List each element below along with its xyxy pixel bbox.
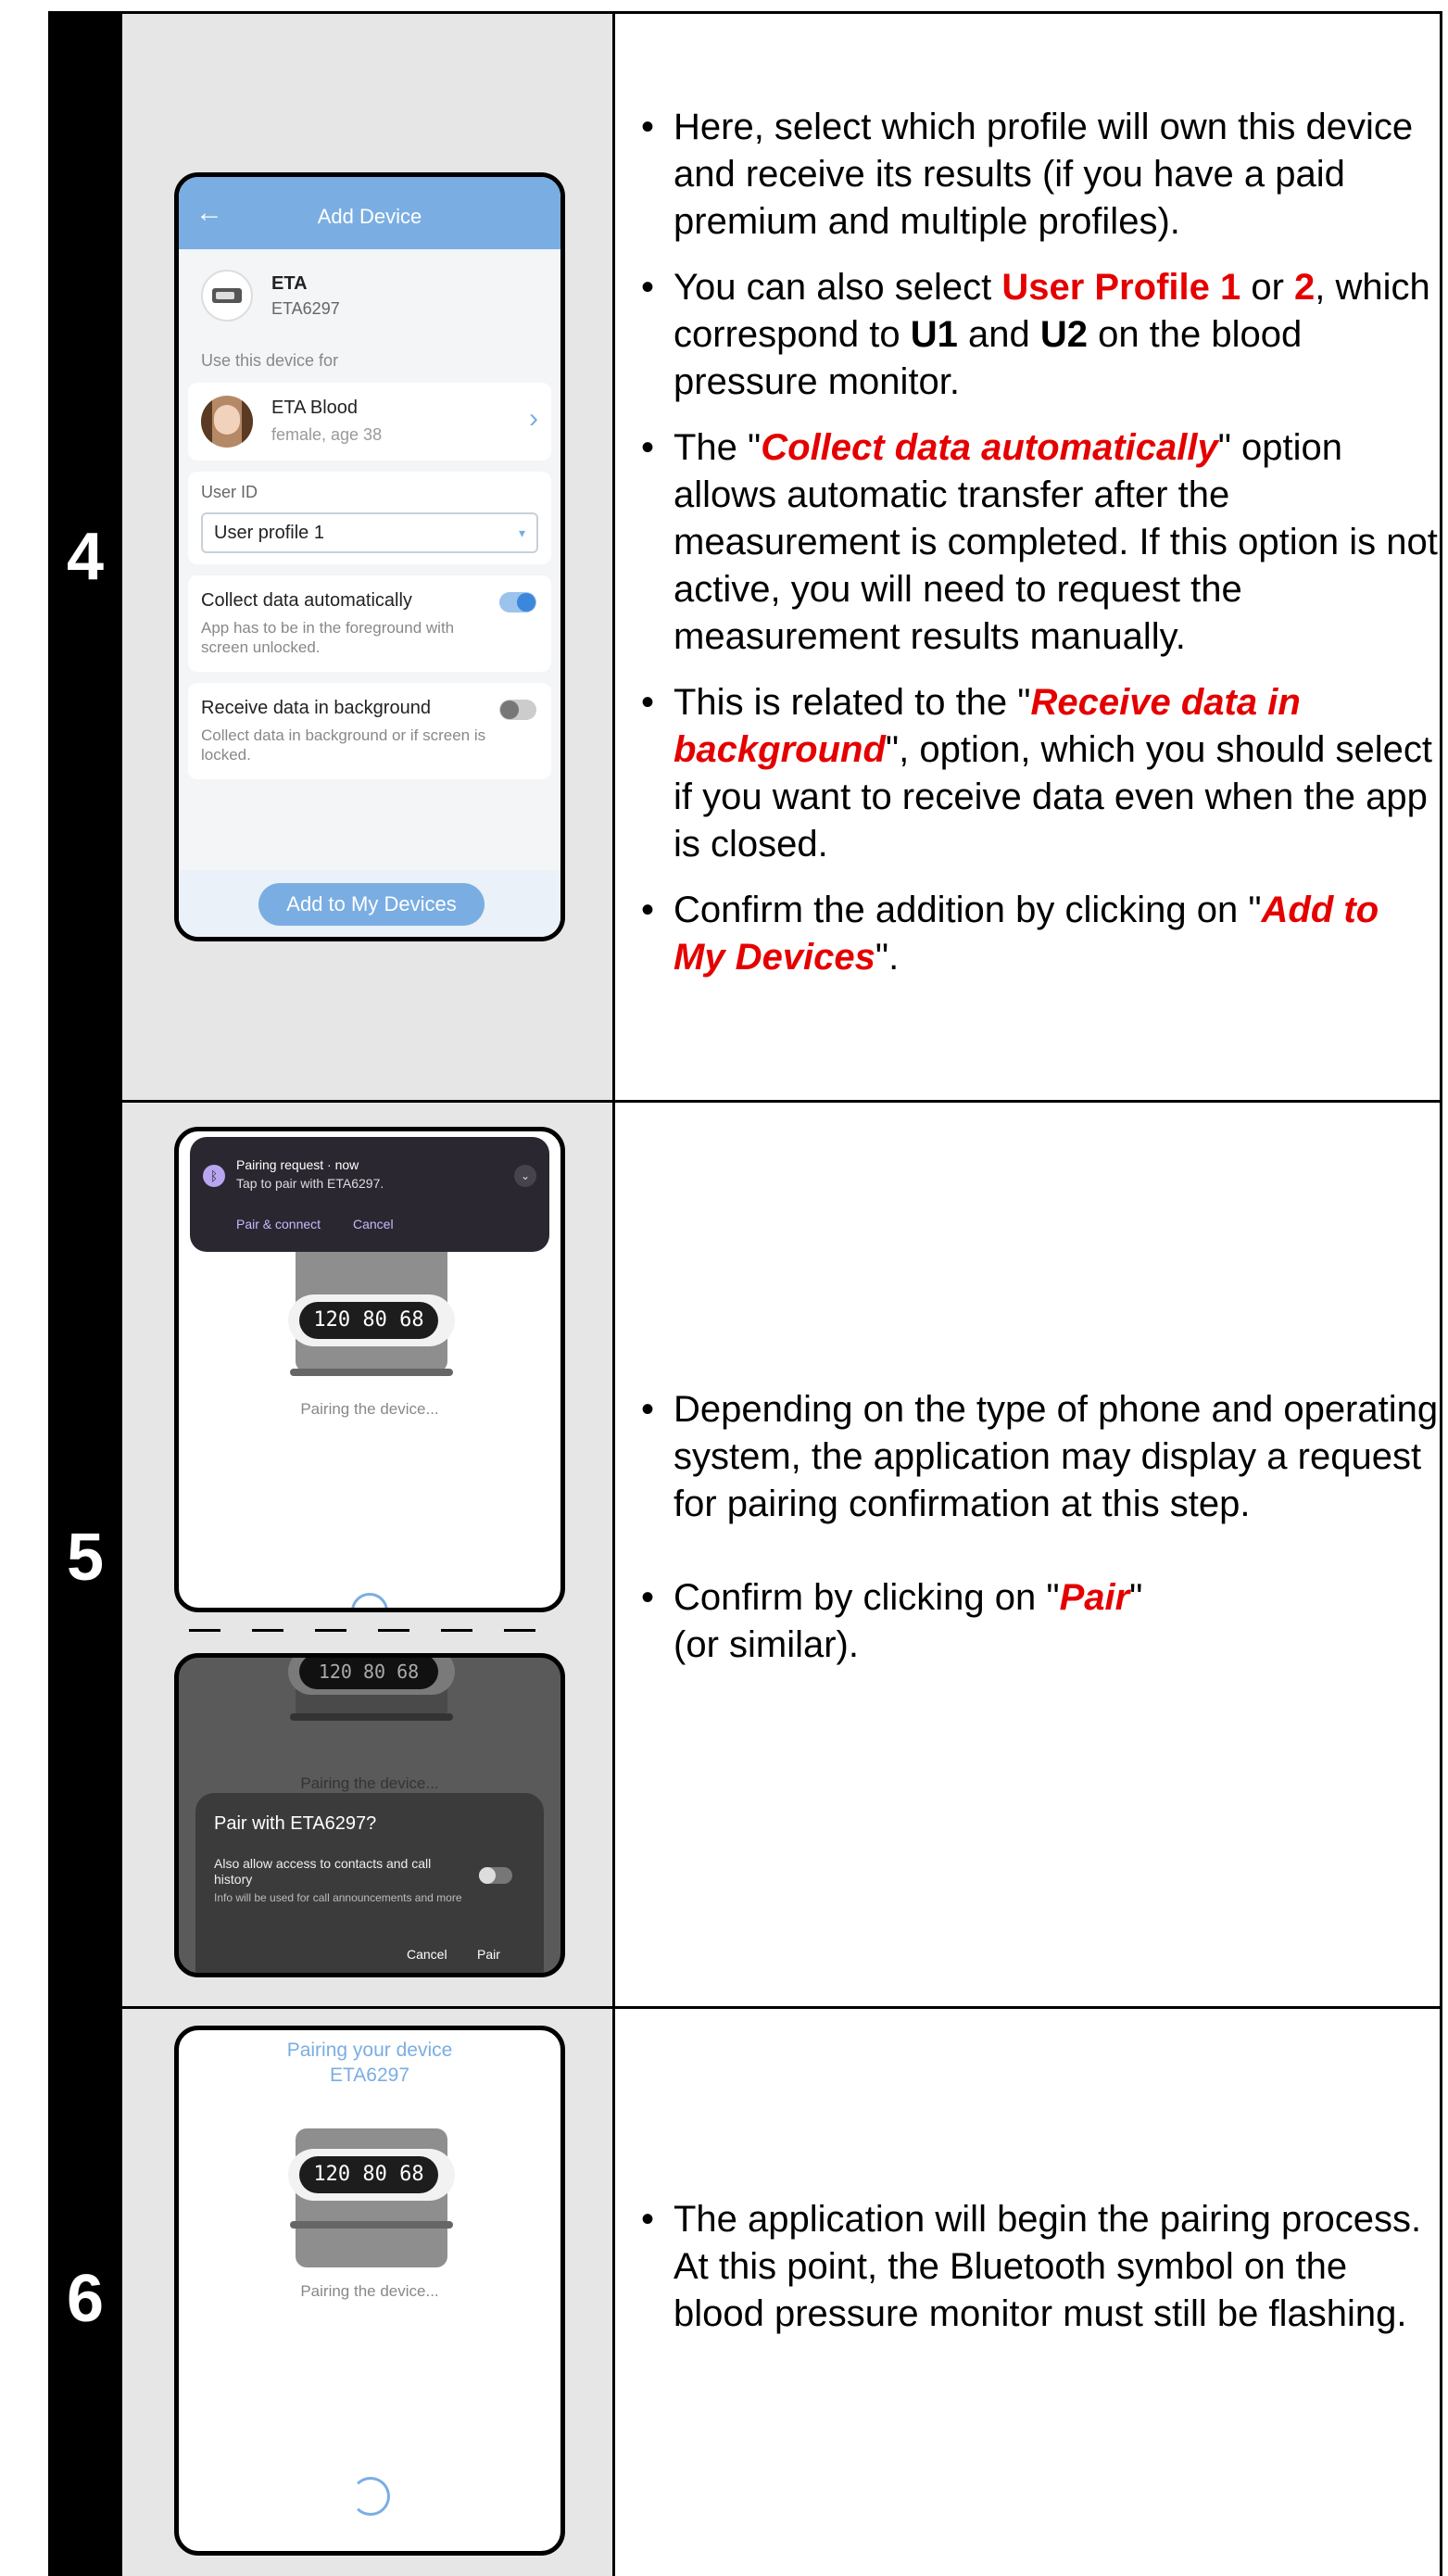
receive-toggle[interactable]: [499, 700, 536, 720]
device-model: ETA6297: [271, 299, 340, 318]
blood-pressure-monitor-image: 120 80 68: [288, 1233, 455, 1376]
chevron-right-icon: ›: [529, 403, 538, 434]
separator: [315, 1629, 346, 1632]
add-to-my-devices-button[interactable]: Add to My Devices: [258, 883, 485, 926]
instructions-step-4: Here, select which profile will own this…: [615, 104, 1440, 1000]
separator: [252, 1629, 283, 1632]
dialog-option: Also allow access to contacts and call h…: [214, 1856, 432, 1887]
profile-detail: female, age 38: [271, 425, 383, 444]
bullet: The application will begin the pairing p…: [641, 2196, 1440, 2338]
step-number: 5: [66, 1521, 105, 1595]
phone-screenshot-add-device: ← Add Device ETA ETA6297 Use this device…: [174, 172, 565, 941]
blood-pressure-monitor-image: 120 80 68: [288, 1658, 455, 1721]
bullet-text: Here, select which profile will own this…: [674, 107, 1414, 242]
pairing-notification[interactable]: ᛒ Pairing request · now Tap to pair with…: [190, 1137, 549, 1252]
device-name: ETA: [271, 273, 308, 294]
bluetooth-icon: ᛒ: [203, 1165, 225, 1187]
notification-title: Pairing request · now: [236, 1157, 359, 1172]
bullet: Confirm the addition by clicking on "Add…: [641, 887, 1440, 981]
cancel-button[interactable]: Cancel: [407, 1947, 447, 1962]
highlight-collect: Collect data automatically: [761, 427, 1218, 468]
pairing-status-text: Pairing the device...: [300, 1774, 439, 1792]
highlight-user-profile-1: User Profile 1: [1001, 267, 1241, 308]
monitor-display: 120 80 68: [299, 1658, 438, 1689]
row-divider: [122, 2006, 1442, 2009]
pairing-title-line: Pairing your device: [286, 2039, 453, 2061]
user-id-card: User ID User profile 1 ▾: [188, 472, 551, 564]
instructions-step-5: Depending on the type of phone and opera…: [615, 1386, 1440, 1687]
notification-body: Tap to pair with ETA6297.: [236, 1176, 384, 1191]
pairing-device-id: ETA6297: [330, 2065, 409, 2086]
screen-title: Add Device: [317, 205, 422, 228]
receive-description: Collect data in background or if screen …: [201, 726, 486, 764]
step-number: 6: [66, 2262, 105, 2336]
row-divider: [122, 1100, 1442, 1103]
cancel-action[interactable]: Cancel: [353, 1217, 394, 1231]
device-thumbnail-icon: [201, 270, 253, 322]
separator: [189, 1629, 220, 1632]
separator: [378, 1629, 409, 1632]
pairing-status-text: Pairing the device...: [300, 2282, 439, 2300]
pair-button[interactable]: Pair: [477, 1947, 500, 1962]
collect-description: App has to be in the foreground with scr…: [201, 619, 455, 656]
instructions-step-6: The application will begin the pairing p…: [615, 2196, 1440, 2356]
loading-spinner-icon: [351, 2477, 390, 2516]
pair-connect-action[interactable]: Pair & connect: [236, 1217, 321, 1231]
pair-dialog: Pair with ETA6297? Also allow access to …: [195, 1793, 544, 1973]
bullet: You can also select User Profile 1 or 2,…: [641, 264, 1440, 406]
collect-automatically-card: Collect data automatically App has to be…: [188, 575, 551, 672]
receive-title: Receive data in background: [201, 698, 431, 718]
loading-spinner-icon: [351, 1593, 388, 1608]
bullet: Confirm by clicking on "Pair"(or similar…: [641, 1574, 1440, 1669]
step-number: 4: [66, 520, 105, 594]
monitor-display: 120 80 68: [299, 1302, 438, 1339]
collect-toggle[interactable]: [499, 592, 536, 612]
highlight-pair: Pair: [1059, 1577, 1130, 1618]
profile-selector[interactable]: ETA Blood female, age 38 ›: [188, 383, 551, 461]
bullet-text: The application will begin the pairing p…: [674, 2199, 1422, 2334]
separator: [504, 1629, 535, 1632]
chevron-down-icon[interactable]: ⌄: [514, 1165, 536, 1187]
bullet-text: Depending on the type of phone and opera…: [674, 1389, 1439, 1524]
add-device-body: ETA ETA6297 Use this device for ETA Bloo…: [179, 249, 560, 937]
blood-pressure-monitor-image: 120 80 68: [288, 2128, 455, 2267]
phone-screenshot-pairing-request: 120 80 68 ᛒ Pairing request · now Tap to…: [174, 1127, 565, 1612]
highlight-user-profile-2: 2: [1294, 267, 1316, 308]
phone-screenshot-pair-dialog: 120 80 68 Pairing the device... Pair wit…: [174, 1653, 565, 1977]
bullet: Depending on the type of phone and opera…: [641, 1386, 1440, 1528]
use-for-label: Use this device for: [201, 351, 339, 370]
avatar: [201, 396, 253, 448]
monitor-display: 120 80 68: [299, 2156, 438, 2193]
app-bar: ← Add Device: [179, 177, 560, 249]
phone-screenshot-pairing: Pairing your device ETA6297 120 80 68 Pa…: [174, 2026, 565, 2556]
pairing-status-text: Pairing the device...: [300, 1400, 439, 1418]
collect-title: Collect data automatically: [201, 590, 412, 611]
bullet: The "Collect data automatically" option …: [641, 424, 1440, 661]
bullet: This is related to the "Receive data in …: [641, 679, 1440, 868]
contacts-toggle[interactable]: [479, 1867, 512, 1884]
dialog-title: Pair with ETA6297?: [214, 1813, 377, 1834]
user-id-dropdown[interactable]: User profile 1 ▾: [201, 512, 538, 553]
user-id-value: User profile 1: [214, 523, 324, 543]
user-id-label: User ID: [201, 483, 258, 501]
dropdown-arrow-icon: ▾: [518, 525, 525, 540]
separator: [441, 1629, 472, 1632]
pairing-title: Pairing your device ETA6297: [179, 2038, 560, 2088]
dialog-note: Info will be used for call announcements…: [214, 1891, 462, 1904]
bullet: Here, select which profile will own this…: [641, 104, 1440, 246]
profile-name: ETA Blood: [271, 398, 359, 418]
receive-background-card: Receive data in background Collect data …: [188, 683, 551, 779]
